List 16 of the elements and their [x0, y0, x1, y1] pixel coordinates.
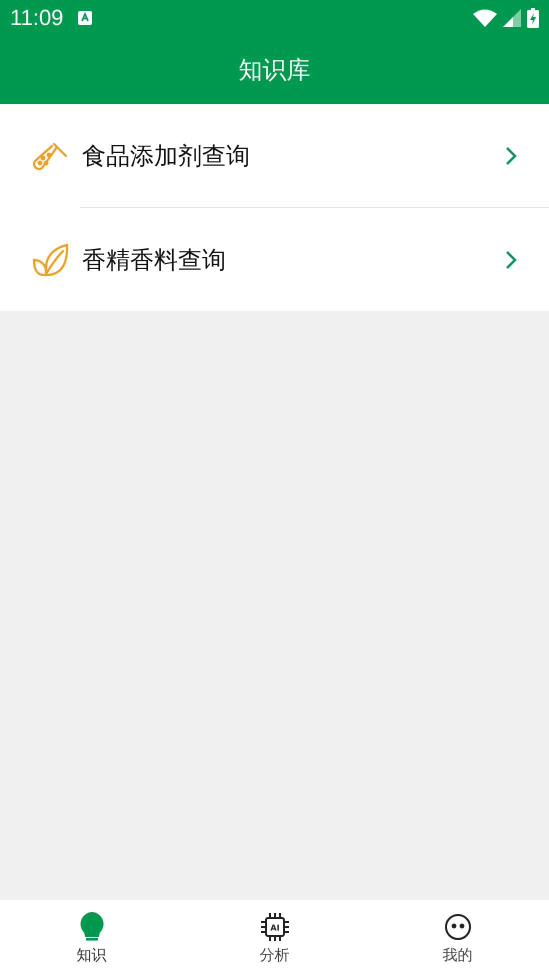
- menu-item[interactable]: 香精香料查询: [0, 208, 549, 311]
- signal-icon: [503, 9, 521, 27]
- leaf-icon: [32, 242, 70, 278]
- nav-tab[interactable]: 知识: [0, 900, 183, 977]
- lightbulb-icon: [80, 912, 104, 942]
- page-title: 知识库: [238, 55, 310, 86]
- wifi-icon: [473, 9, 497, 27]
- status-time: 11:09: [10, 5, 64, 31]
- nav-tab[interactable]: AI 分析: [183, 900, 366, 977]
- face-icon: [442, 912, 472, 942]
- menu-item[interactable]: 食品添加剂查询: [0, 104, 549, 207]
- chevron-right-icon: [505, 146, 517, 166]
- chevron-right-icon: [505, 250, 517, 270]
- battery-charging-icon: [527, 8, 539, 28]
- keyboard-notification-icon: [77, 10, 94, 26]
- nav-tab[interactable]: 我的: [366, 900, 549, 977]
